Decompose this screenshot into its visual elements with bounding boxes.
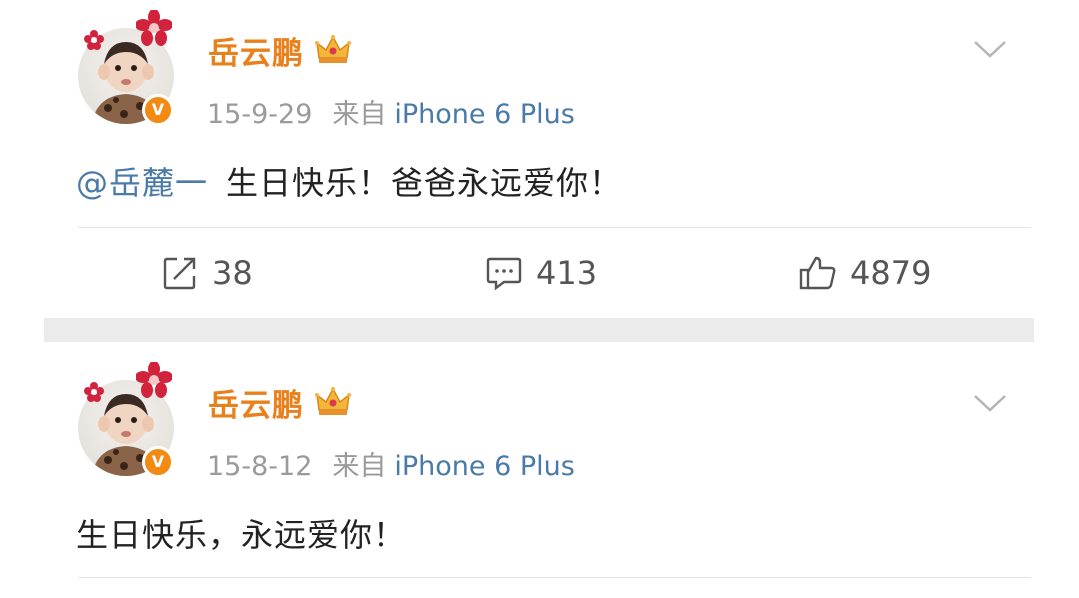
author-row: 岳云鹏: [208, 380, 352, 425]
post-date: 15-8-12: [207, 451, 313, 482]
author-name[interactable]: 岳云鹏: [208, 28, 304, 73]
divider: [78, 227, 1031, 228]
weibo-feed: V 岳云鹏 15-9-29 来自 iPhone 6 Plus @岳麓一 生日快乐！爸爸…: [0, 0, 1079, 598]
avatar[interactable]: V: [78, 362, 174, 478]
post-body: @岳麓一 生日快乐！爸爸永远爱你！: [76, 158, 622, 204]
post-separator: [44, 318, 1034, 342]
crown-icon: [315, 387, 351, 415]
like-count: 4879: [850, 254, 932, 292]
flower-sticker-icon: [136, 10, 172, 46]
share-icon: [163, 257, 196, 290]
post-date: 15-9-29: [207, 99, 313, 130]
comment-icon: [486, 257, 522, 291]
repost-button[interactable]: 38: [160, 248, 253, 298]
divider: [78, 577, 1031, 578]
chevron-down-icon[interactable]: [972, 38, 1008, 60]
flower-sticker-small-icon: [84, 30, 104, 50]
post-meta: 15-8-12 来自 iPhone 6 Plus: [207, 444, 575, 483]
source-prefix: 来自: [332, 99, 387, 130]
thumbs-up-icon: [799, 256, 836, 290]
mention-link[interactable]: @岳麓一: [76, 164, 208, 202]
avatar[interactable]: V: [78, 10, 174, 126]
crown-icon: [315, 35, 351, 63]
source-device[interactable]: iPhone 6 Plus: [394, 99, 574, 130]
post-text: 生日快乐！爸爸永远爱你！: [226, 164, 623, 202]
source-prefix: 来自: [332, 451, 387, 482]
post-text: 生日快乐，永远爱你！: [76, 516, 407, 554]
comment-button[interactable]: 413: [484, 248, 597, 298]
post-body: 生日快乐，永远爱你！: [76, 510, 406, 556]
comment-count: 413: [536, 254, 598, 292]
verified-badge-icon: V: [142, 94, 174, 126]
chevron-down-icon[interactable]: [972, 392, 1008, 414]
author-name[interactable]: 岳云鹏: [208, 380, 304, 425]
like-button[interactable]: 4879: [798, 248, 931, 298]
flower-sticker-icon: [136, 362, 172, 398]
flower-sticker-small-icon: [84, 382, 104, 402]
action-bar: 38 413 4879: [0, 248, 1079, 298]
verified-badge-icon: V: [142, 446, 174, 478]
repost-count: 38: [212, 254, 253, 292]
author-row: 岳云鹏: [208, 28, 352, 73]
post-meta: 15-9-29 来自 iPhone 6 Plus: [207, 92, 575, 131]
source-device[interactable]: iPhone 6 Plus: [394, 451, 574, 482]
